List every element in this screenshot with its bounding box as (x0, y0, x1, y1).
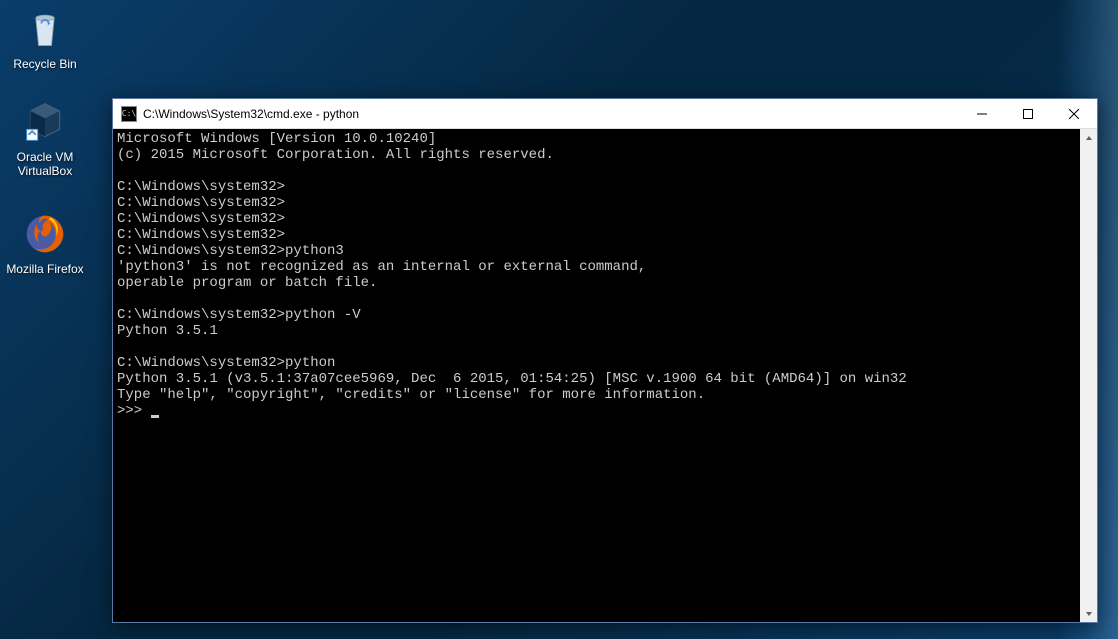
terminal-cursor (151, 415, 159, 418)
scrollbar[interactable] (1080, 129, 1097, 622)
terminal-line: C:\Windows\system32> (117, 211, 1076, 227)
desktop-icon-label: Recycle Bin (5, 57, 85, 71)
terminal-line: Python 3.5.1 (117, 323, 1076, 339)
terminal-line: C:\Windows\system32>python3 (117, 243, 1076, 259)
titlebar[interactable]: C:\ C:\Windows\System32\cmd.exe - python (113, 99, 1097, 129)
scroll-up-button[interactable] (1080, 129, 1097, 146)
terminal-area: Microsoft Windows [Version 10.0.10240](c… (113, 129, 1097, 622)
close-button[interactable] (1051, 99, 1097, 128)
terminal-line: C:\Windows\system32> (117, 195, 1076, 211)
terminal-line: C:\Windows\system32> (117, 179, 1076, 195)
terminal-line: C:\Windows\system32>python -V (117, 307, 1076, 323)
desktop-icon-label: Mozilla Firefox (5, 262, 85, 276)
terminal-output[interactable]: Microsoft Windows [Version 10.0.10240](c… (113, 129, 1080, 622)
virtualbox-icon (21, 98, 69, 146)
terminal-line: C:\Windows\system32> (117, 227, 1076, 243)
scrollbar-track[interactable] (1080, 146, 1097, 605)
terminal-line: operable program or batch file. (117, 275, 1076, 291)
desktop-icon-firefox[interactable]: Mozilla Firefox (5, 210, 85, 276)
cmd-icon: C:\ (121, 106, 137, 122)
terminal-line: (c) 2015 Microsoft Corporation. All righ… (117, 147, 1076, 163)
terminal-line (117, 291, 1076, 307)
window-controls (959, 99, 1097, 128)
firefox-icon (21, 210, 69, 258)
scroll-down-button[interactable] (1080, 605, 1097, 622)
recycle-bin-icon (21, 5, 69, 53)
terminal-line: 'python3' is not recognized as an intern… (117, 259, 1076, 275)
terminal-line: Microsoft Windows [Version 10.0.10240] (117, 131, 1076, 147)
desktop-icon-label: Oracle VM VirtualBox (5, 150, 85, 178)
terminal-line: Python 3.5.1 (v3.5.1:37a07cee5969, Dec 6… (117, 371, 1076, 387)
cmd-window: C:\ C:\Windows\System32\cmd.exe - python… (112, 98, 1098, 623)
terminal-line: >>> (117, 403, 1076, 419)
terminal-line: Type "help", "copyright", "credits" or "… (117, 387, 1076, 403)
terminal-line: C:\Windows\system32>python (117, 355, 1076, 371)
minimize-button[interactable] (959, 99, 1005, 128)
terminal-line (117, 339, 1076, 355)
terminal-line (117, 163, 1076, 179)
desktop-icon-recycle-bin[interactable]: Recycle Bin (5, 5, 85, 71)
desktop-icon-virtualbox[interactable]: Oracle VM VirtualBox (5, 98, 85, 178)
window-title: C:\Windows\System32\cmd.exe - python (143, 107, 959, 121)
maximize-button[interactable] (1005, 99, 1051, 128)
